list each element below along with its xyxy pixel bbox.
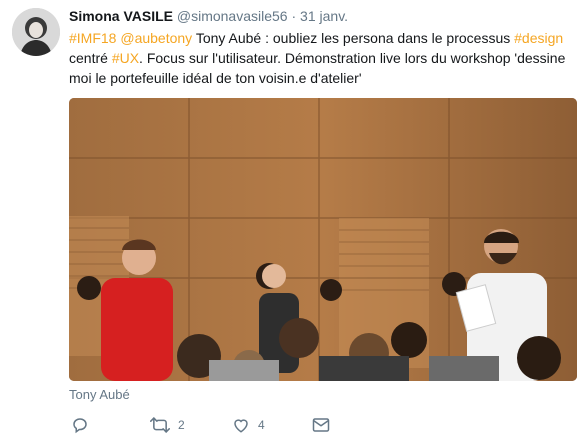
- photo-caption: Tony Aubé: [69, 387, 130, 402]
- tweet-text: #IMF18 @aubetony Tony Aubé : oubliez les…: [69, 28, 577, 88]
- author-name[interactable]: Simona VASILE: [69, 8, 173, 24]
- tweet-actions: 2 4: [69, 414, 489, 436]
- retweet-button[interactable]: 2: [150, 414, 185, 436]
- direct-message-button[interactable]: [312, 414, 338, 436]
- hashtag-ux[interactable]: #UX: [112, 50, 139, 66]
- tweet-text-segment: Tony Aubé : oubliez les persona dans le …: [192, 30, 515, 46]
- mention-aubetony[interactable]: @aubetony: [120, 30, 192, 46]
- tweet-photo[interactable]: [69, 98, 577, 381]
- retweet-count: 2: [178, 418, 185, 432]
- tweet-text-segment: . Focus sur l'utilisateur. Démonstration…: [69, 50, 566, 86]
- retweet-icon: [150, 416, 170, 434]
- hashtag-imf18[interactable]: #IMF18: [69, 30, 116, 46]
- tweet-content: Simona VASILE @simonavasile56 · 31 janv.…: [69, 6, 577, 88]
- reply-button[interactable]: [71, 414, 97, 436]
- like-button[interactable]: 4: [232, 414, 265, 436]
- reply-icon: [71, 416, 89, 434]
- heart-icon: [232, 416, 250, 434]
- author-handle[interactable]: @simonavasile56: [177, 8, 288, 24]
- avatar[interactable]: [12, 8, 60, 56]
- like-count: 4: [258, 418, 265, 432]
- envelope-icon: [312, 417, 330, 433]
- tweet: Simona VASILE @simonavasile56 · 31 janv.…: [0, 0, 586, 441]
- hashtag-design[interactable]: #design: [514, 30, 563, 46]
- tweet-header: Simona VASILE @simonavasile56 · 31 janv.: [69, 6, 577, 26]
- tweet-text-segment: centré: [69, 50, 112, 66]
- header-separator: ·: [291, 8, 297, 24]
- tweet-date[interactable]: 31 janv.: [300, 8, 348, 24]
